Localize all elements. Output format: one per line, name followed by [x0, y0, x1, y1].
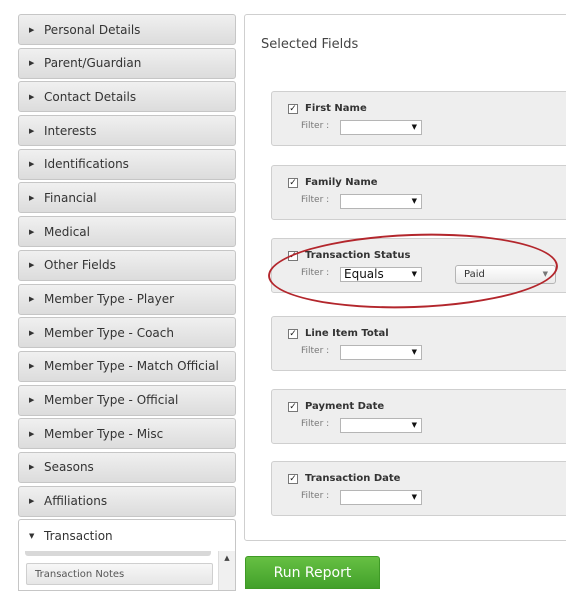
vertical-scrollbar[interactable]: ▲: [218, 551, 235, 591]
sidebar-item-member-type-coach[interactable]: ▶ Member Type - Coach: [18, 317, 236, 349]
filter-label: Filter :: [301, 491, 330, 501]
caret-down-icon: ▼: [542, 270, 548, 278]
sidebar-item-label: Member Type - Coach: [44, 325, 174, 340]
filter-label: Filter :: [301, 419, 330, 429]
sidebar-item-label: Interests: [44, 123, 97, 138]
sidebar-item-member-type-official[interactable]: ▶ Member Type - Official: [18, 384, 236, 416]
sidebar-item-label: Seasons: [44, 460, 94, 475]
sidebar-item-member-type-match-official[interactable]: ▶ Member Type - Match Official: [18, 350, 236, 382]
triangle-right-icon: ▶: [29, 227, 35, 236]
filter-label: Filter :: [301, 346, 330, 356]
checkbox-checked-icon[interactable]: ✓: [288, 474, 298, 484]
filter-operator-select[interactable]: ▼: [340, 418, 422, 433]
checkbox-checked-icon[interactable]: ✓: [288, 329, 298, 339]
field-row-family-name: ✓ Family Name Filter : ▼: [271, 165, 566, 220]
caret-down-icon: ▼: [411, 421, 417, 429]
field-row-first-name: ✓ First Name Filter : ▼: [271, 91, 566, 146]
sidebar-item-financial[interactable]: ▶ Financial: [18, 182, 236, 214]
field-item-transaction-notes[interactable]: Transaction Notes: [26, 563, 213, 586]
triangle-right-icon: ▶: [29, 126, 35, 135]
caret-down-icon: ▼: [411, 493, 417, 501]
selected-fields-panel: Selected Fields ✓ First Name Filter : ▼ …: [244, 14, 566, 541]
filter-label: Filter :: [301, 268, 330, 278]
sidebar-item-seasons[interactable]: ▶ Seasons: [18, 451, 236, 483]
sidebar-item-label: Member Type - Misc: [44, 426, 164, 441]
triangle-right-icon: ▶: [29, 160, 35, 169]
checkbox-checked-icon[interactable]: ✓: [288, 251, 298, 261]
field-name: Line Item Total: [305, 328, 389, 339]
caret-down-icon: ▼: [411, 270, 417, 278]
filter-operator-select[interactable]: ▼: [340, 120, 422, 135]
select-value: Paid: [464, 269, 485, 280]
triangle-right-icon: ▶: [29, 328, 35, 337]
filter-operator-select[interactable]: ▼: [340, 490, 422, 505]
caret-down-icon: ▼: [411, 123, 417, 131]
sidebar-item-label: Identifications: [44, 157, 129, 172]
list-item-partial: [25, 551, 211, 557]
sidebar-item-label: Affiliations: [44, 494, 108, 509]
field-row-transaction-date: ✓ Transaction Date Filter : ▼: [271, 461, 566, 516]
sidebar-item-member-type-misc[interactable]: ▶ Member Type - Misc: [18, 418, 236, 450]
sidebar-item-label: Contact Details: [44, 89, 137, 104]
sidebar-item-identifications[interactable]: ▶ Identifications: [18, 148, 236, 180]
filter-operator-select[interactable]: ▼: [340, 345, 422, 360]
filter-value-select[interactable]: Paid ▼: [455, 265, 556, 284]
field-name: Transaction Date: [305, 473, 401, 484]
triangle-down-icon: ▼: [29, 531, 35, 540]
run-report-button[interactable]: Run Report: [245, 556, 380, 589]
field-name: Transaction Status: [305, 250, 411, 261]
field-row-payment-date: ✓ Payment Date Filter : ▼: [271, 389, 566, 444]
sidebar-item-transaction[interactable]: ▼ Transaction: [18, 519, 236, 552]
filter-operator-select[interactable]: Equals ▼: [340, 267, 422, 282]
field-name: Family Name: [305, 177, 378, 188]
sidebar-accordion: ▶ Personal Details ▶ Parent/Guardian ▶ Cont…: [18, 14, 236, 591]
checkbox-checked-icon[interactable]: ✓: [288, 178, 298, 188]
caret-down-icon: ▼: [411, 197, 417, 205]
sidebar-item-contact-details[interactable]: ▶ Contact Details: [18, 81, 236, 113]
triangle-right-icon: ▶: [29, 193, 35, 202]
sidebar-item-personal-details[interactable]: ▶ Personal Details: [18, 14, 236, 45]
field-name: Payment Date: [305, 401, 385, 412]
triangle-right-icon: ▶: [29, 92, 35, 101]
filter-label: Filter :: [301, 121, 330, 131]
field-row-transaction-status: ✓ Transaction Status Filter : Equals ▼ Pa…: [271, 238, 566, 293]
triangle-right-icon: ▶: [29, 429, 35, 438]
sidebar-item-interests[interactable]: ▶ Interests: [18, 115, 236, 147]
triangle-right-icon: ▶: [29, 362, 35, 371]
sidebar-item-label: Member Type - Official: [44, 393, 179, 408]
sidebar-item-parent-guardian[interactable]: ▶ Parent/Guardian: [18, 47, 236, 79]
filter-operator-select[interactable]: ▼: [340, 194, 422, 209]
sidebar-item-other-fields[interactable]: ▶ Other Fields: [18, 249, 236, 281]
sidebar-item-label: Other Fields: [44, 258, 116, 273]
sidebar-item-affiliations[interactable]: ▶ Affiliations: [18, 485, 236, 517]
triangle-right-icon: ▶: [29, 25, 35, 34]
triangle-right-icon: ▶: [29, 396, 35, 405]
sidebar-item-label: Member Type - Player: [44, 292, 175, 306]
triangle-right-icon: ▶: [29, 463, 35, 472]
checkbox-checked-icon[interactable]: ✓: [288, 104, 298, 114]
sidebar-item-member-type-player[interactable]: ▶ Member Type - Player: [18, 283, 236, 315]
triangle-right-icon: ▶: [29, 497, 35, 506]
field-name: First Name: [305, 103, 367, 114]
caret-down-icon: ▼: [411, 348, 417, 356]
triangle-right-icon: ▶: [29, 59, 35, 68]
triangle-right-icon: ▶: [29, 295, 35, 303]
select-value: Equals: [344, 267, 384, 281]
sidebar-item-label: Member Type - Match Official: [44, 359, 219, 374]
sidebar-item-label: Parent/Guardian: [44, 56, 142, 71]
checkbox-checked-icon[interactable]: ✓: [288, 402, 298, 412]
field-row-line-item-total: ✓ Line Item Total Filter : ▼: [271, 316, 566, 371]
sidebar-item-label: Medical: [44, 224, 90, 239]
panel-title: Selected Fields: [261, 37, 359, 52]
triangle-right-icon: ▶: [29, 261, 35, 270]
filter-label: Filter :: [301, 195, 330, 205]
sidebar-item-label: Financial: [44, 190, 97, 205]
sidebar-item-label: Personal Details: [44, 22, 141, 37]
transaction-field-list: Transaction Notes ▲: [18, 551, 236, 591]
scroll-up-arrow-icon[interactable]: ▲: [219, 554, 235, 562]
sidebar-item-label: Transaction: [44, 528, 113, 543]
sidebar-item-medical[interactable]: ▶ Medical: [18, 216, 236, 248]
